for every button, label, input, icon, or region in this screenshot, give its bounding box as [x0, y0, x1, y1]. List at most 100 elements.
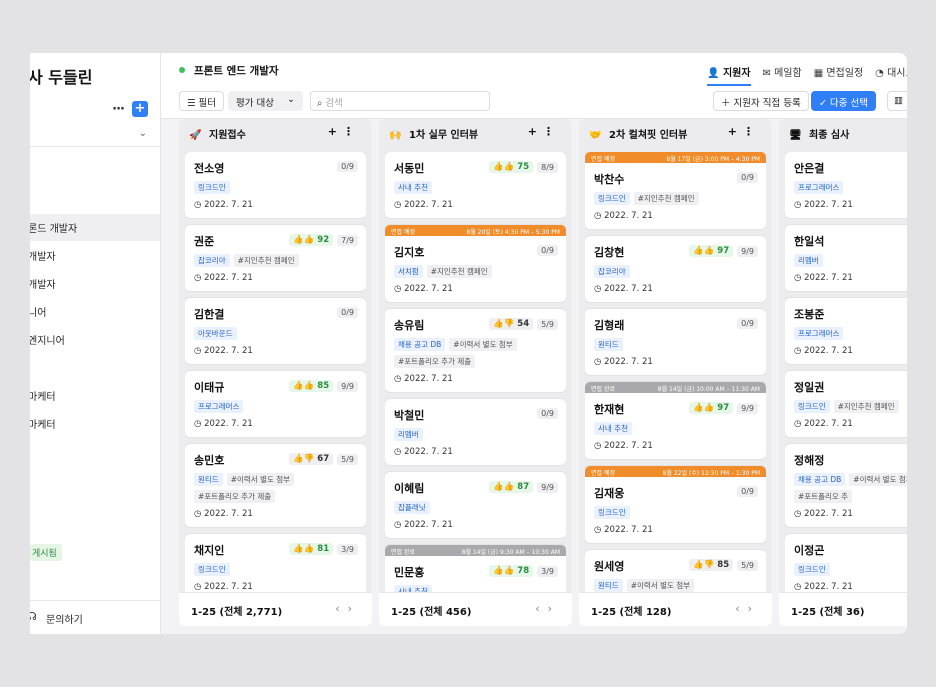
- applicant-name: 정해정: [794, 454, 825, 467]
- tag-list: 프로그래머스: [794, 181, 907, 194]
- tag-list: 잡코리아: [594, 265, 758, 278]
- applied-date: ◷ 2022. 7. 21: [794, 273, 907, 283]
- eval-label: 평가 대상: [236, 98, 274, 109]
- source-tag: 사내 추천: [394, 181, 432, 194]
- applicant-card[interactable]: 권준 👍👍 92 7/9 잡코리아 #지인추천 캠페인 ◷ 2022. 7. 21: [185, 225, 366, 291]
- pagination-summary: 1-25 (전체 36): [791, 607, 865, 618]
- applicant-card[interactable]: 채지인 👍👍 81 3/9 링크드인 ◷ 2022. 7. 21: [185, 534, 366, 592]
- applicant-name: 조봉준: [794, 308, 825, 321]
- score-badge: 👍👍 87: [489, 481, 534, 493]
- applicant-card[interactable]: 원세영👍👎 855/9원티드#이력서 별도 첨부#포트폴리오 추가 제출◷ 20…: [585, 550, 766, 592]
- position-filter-select[interactable]: ⌄: [30, 125, 160, 147]
- applicant-card[interactable]: 정해정 채용 공고 DB #이력서 별도 첨부 #포트폴리오 추 ◷ 2022. 7. …: [785, 444, 907, 527]
- applicant-card[interactable]: 김한결 0/9 아웃바운드 ◷ 2022. 7. 21: [185, 298, 366, 364]
- applicant-card[interactable]: 조봉준 프로그래머스 ◷ 2022. 7. 21: [785, 298, 907, 364]
- column-actions[interactable]: +⋮: [528, 125, 560, 138]
- applicant-card[interactable]: 면접 예정 8월 20일 (토) 4:30 PM – 5:30 PM 김지호 0/9 서…: [385, 225, 566, 302]
- applicant-card[interactable]: 김형래 0/9 원티드 ◷ 2022. 7. 21: [585, 309, 766, 375]
- applied-date: ◷ 2022. 7. 21: [194, 273, 358, 283]
- applicant-card[interactable]: 면접 예정 8월 22일 (수) 12:30 PM – 1:30 PM 김재웅 0/9…: [585, 466, 766, 543]
- sidebar-item[interactable]: 엔지니어: [30, 326, 160, 353]
- add-position-button[interactable]: +: [132, 101, 148, 117]
- search-placeholder: 검색: [325, 98, 343, 109]
- more-icon[interactable]: ···: [112, 102, 125, 117]
- tab-mailbox[interactable]: ✉ 메일함: [763, 53, 802, 86]
- tag-list: 프로그래머스: [194, 400, 358, 413]
- stage-column: 🖥최종 심사+⋮안은결프로그래머스◷ 2022. 7. 21한일석리멤버◷ 20…: [779, 119, 907, 626]
- tab-label: 대시보드: [887, 68, 907, 79]
- applied-date: ◷ 2022. 7. 21: [594, 211, 758, 221]
- applicant-card[interactable]: 면접 예정 8월 17일 (금) 3:00 PM – 4:30 PM 박찬수 0/9 링…: [585, 152, 766, 229]
- card-body: 조봉준 프로그래머스 ◷ 2022. 7. 21: [785, 298, 907, 364]
- card-body: 김형래 0/9 원티드 ◷ 2022. 7. 21: [585, 309, 766, 375]
- sidebar-item[interactable]: 마케터: [30, 410, 160, 437]
- help-link[interactable]: ☊ 문의하기: [30, 600, 160, 634]
- applicant-card[interactable]: 안은결 프로그래머스 ◷ 2022. 7. 21: [785, 152, 907, 218]
- pagination-arrows[interactable]: ‹›: [735, 602, 760, 615]
- multi-select-button[interactable]: ✓ 다중 선택: [811, 91, 876, 111]
- card-list: 전소영 0/9 링크드인 ◷ 2022. 7. 21 권준 👍👍 92 7/9 잡코리아 #지인…: [185, 152, 366, 592]
- applicant-card[interactable]: 송민호 👍👎 67 5/9 원티드 #이력서 별도 첨부 #포트폴리오 추가 제출 ◷ 20…: [185, 444, 366, 527]
- applicant-card[interactable]: 서동민 👍👍 75 8/9 사내 추천 ◷ 2022. 7. 21: [385, 152, 566, 218]
- tab-dashboard[interactable]: ◔ 대시보드: [875, 53, 907, 86]
- applicant-card[interactable]: 면접 완료 8월 14일 (금) 10:00 AM – 11:30 AM 한재현 👍👍…: [585, 382, 766, 459]
- pagination-summary: 1-25 (전체 128): [591, 607, 672, 618]
- applicant-card[interactable]: 이혜림 👍👍 87 9/9 잡플래닛 ◷ 2022. 7. 21: [385, 472, 566, 538]
- sidebar-item[interactable]: 개발자: [30, 270, 160, 297]
- view-toggle-button[interactable]: ▥: [887, 91, 907, 111]
- score-badge: 👍👎 67: [289, 453, 334, 465]
- applicant-card[interactable]: 정일권 링크드인 #지인추천 캠페인 ◷ 2022. 7. 21: [785, 371, 907, 437]
- date-text: 2022. 7. 21: [204, 346, 253, 356]
- applicant-card[interactable]: 김창현 👍👍 97 9/9 잡코리아 ◷ 2022. 7. 21: [585, 236, 766, 302]
- tab-schedule[interactable]: ▦ 면접일정: [814, 53, 863, 86]
- card-body: 이혜림 👍👍 87 9/9 잡플래닛 ◷ 2022. 7. 21: [385, 472, 566, 538]
- applicant-card[interactable]: 이정곤 링크드인 ◷ 2022. 7. 21: [785, 534, 907, 592]
- hashtag: #이력서 별도 첨부: [226, 473, 295, 486]
- register-applicant-button[interactable]: ＋ 지원자 직접 등록: [713, 91, 809, 111]
- eval-select[interactable]: 평가 대상 ⌄: [228, 91, 303, 111]
- score-badge: 👍👍 85: [289, 380, 334, 392]
- sidebar-item[interactable]: 마케터: [30, 382, 160, 409]
- sidebar-item[interactable]: 개발자: [30, 242, 160, 269]
- source-tag: 사내 추천: [594, 422, 632, 435]
- applied-date: ◷ 2022. 7. 21: [594, 284, 758, 294]
- applied-date: ◷ 2022. 7. 21: [794, 419, 907, 429]
- filter-button[interactable]: ☰ 필터: [179, 91, 225, 111]
- pagination-arrows[interactable]: ‹›: [335, 602, 360, 615]
- interview-time: 8월 17일 (금) 3:00 PM – 4:30 PM: [666, 156, 760, 163]
- card-body: 송민호 👍👎 67 5/9 원티드 #이력서 별도 첨부 #포트폴리오 추가 제출 ◷ 20…: [185, 444, 366, 527]
- score-area: 0/9: [337, 307, 358, 318]
- clock-icon: ◷: [394, 284, 405, 294]
- source-tag: 링크드인: [594, 192, 630, 205]
- source-tag: 잡코리아: [594, 265, 630, 278]
- applicant-card[interactable]: 면접 완료 8월 14일 (금) 9:30 AM – 10:30 AM 민문홍 👍👍 …: [385, 545, 566, 592]
- sidebar-item[interactable]: 니어: [30, 298, 160, 325]
- clock-icon: ◷: [394, 520, 405, 530]
- score-area: 0/9: [537, 245, 558, 256]
- applicant-card[interactable]: 한일석 리멤버 ◷ 2022. 7. 21: [785, 225, 907, 291]
- pagination-arrows[interactable]: ‹›: [535, 602, 560, 615]
- applied-date: ◷ 2022. 7. 21: [594, 525, 758, 535]
- applicant-card[interactable]: 전소영 0/9 링크드인 ◷ 2022. 7. 21: [185, 152, 366, 218]
- card-body: 정해정 채용 공고 DB #이력서 별도 첨부 #포트폴리오 추 ◷ 2022. 7. …: [785, 444, 907, 527]
- tab-applicants[interactable]: 👤 지원자: [707, 53, 751, 86]
- interview-status: 면접 완료: [391, 549, 415, 556]
- applicant-card[interactable]: 이태규 👍👍 85 9/9 프로그래머스 ◷ 2022. 7. 21: [185, 371, 366, 437]
- header: 프론트 엔드 개발자 👤 지원자 ✉ 메일함 ▦ 면접일정 ◔ 대시보드: [161, 53, 907, 86]
- sidebar-item-frontend[interactable]: 론드 개발자: [30, 214, 160, 241]
- column-actions[interactable]: +⋮: [328, 125, 360, 138]
- tab-label: 메일함: [774, 68, 802, 79]
- card-body: 권준 👍👍 92 7/9 잡코리아 #지인추천 캠페인 ◷ 2022. 7. 21: [185, 225, 366, 291]
- score-area: 👍👍 92 7/9: [289, 234, 358, 246]
- card-body: 송유림 👍👎 54 5/9 채용 공고 DB #이력서 별도 첨부 #포트폴리오 추가 제…: [385, 309, 566, 392]
- column-actions[interactable]: +⋮: [728, 125, 760, 138]
- tag-list: 사내 추천: [394, 181, 558, 194]
- headset-icon: ☊: [30, 610, 37, 623]
- applicant-card[interactable]: 송유림 👍👎 54 5/9 채용 공고 DB #이력서 별도 첨부 #포트폴리오 추가 제…: [385, 309, 566, 392]
- applicant-card[interactable]: 박철민 0/9 리멤버 ◷ 2022. 7. 21: [385, 399, 566, 465]
- hashtag: #이력서 별도 첨부: [849, 473, 907, 486]
- score-badge: 👍👍 97: [689, 245, 734, 257]
- search-input[interactable]: ⌕ 검색: [310, 91, 490, 111]
- rocket-icon: 🚀: [189, 130, 202, 141]
- stage-column: 🙌 1차 실무 인터뷰 +⋮ 서동민 👍👍 75 8/9 사내 추천 ◷ 2022. 7. 2…: [379, 119, 572, 626]
